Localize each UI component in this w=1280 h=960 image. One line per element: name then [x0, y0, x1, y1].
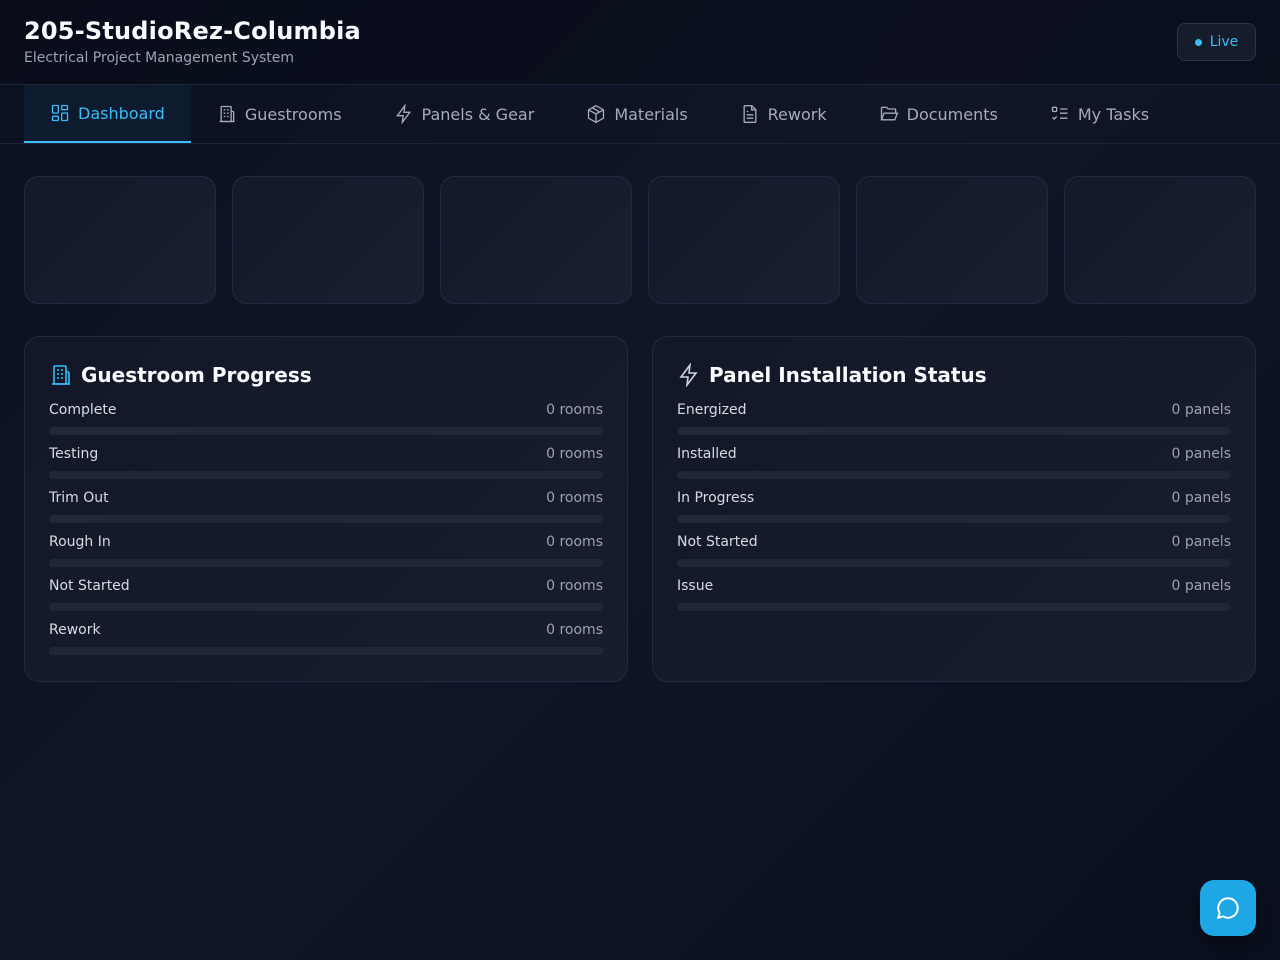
- tab-label: Documents: [906, 104, 998, 124]
- building-icon: [52, 365, 70, 385]
- progress-row: Issue 0 panels: [677, 575, 1231, 619]
- progress-row: Energized 0 panels: [677, 399, 1231, 443]
- row-value: 0 panels: [1171, 578, 1232, 594]
- row-label: Issue: [677, 578, 714, 594]
- stat-card: [1064, 176, 1256, 304]
- live-status-badge[interactable]: Live: [1177, 23, 1256, 61]
- row-value: 0 rooms: [546, 402, 603, 418]
- row-label: Not Started: [49, 578, 130, 594]
- row-value: 0 rooms: [546, 490, 603, 506]
- progress-bar: [677, 471, 1231, 479]
- stats-row: [24, 176, 1256, 304]
- row-label: Energized: [677, 402, 747, 418]
- row-value: 0 rooms: [546, 622, 603, 638]
- tab-label: Panels & Gear: [421, 104, 535, 124]
- lightning-icon: [395, 104, 411, 124]
- building-icon: [219, 105, 235, 123]
- row-value: 0 rooms: [546, 446, 603, 462]
- panel-title: Guestroom Progress: [81, 363, 312, 387]
- row-label: Testing: [49, 446, 99, 462]
- tab-label: Dashboard: [78, 103, 165, 123]
- progress-row: In Progress 0 panels: [677, 487, 1231, 531]
- stat-card: [648, 176, 840, 304]
- progress-bar: [49, 471, 603, 479]
- progress-bar: [677, 559, 1231, 567]
- progress-bar: [49, 559, 603, 567]
- progress-bar: [677, 427, 1231, 435]
- app-subtitle: Electrical Project Management System: [24, 50, 295, 66]
- row-label: Not Started: [677, 534, 758, 550]
- chat-icon: [1216, 897, 1239, 920]
- row-value: 0 panels: [1171, 534, 1232, 550]
- progress-bar: [49, 647, 603, 655]
- progress-bar: [49, 427, 603, 435]
- row-label: In Progress: [677, 490, 755, 506]
- folder-icon: [880, 106, 898, 121]
- tab-label: Guestrooms: [244, 104, 342, 124]
- progress-bar: [49, 515, 603, 523]
- app-title: 205-StudioRez-Columbia: [24, 17, 361, 45]
- row-value: 0 panels: [1171, 402, 1232, 418]
- progress-bar: [677, 603, 1231, 611]
- panel-status-list: Energized 0 panels Installed 0 panels In Pro…: [677, 399, 1231, 619]
- tab-label: My Tasks: [1077, 104, 1150, 124]
- tab-rework[interactable]: Rework: [714, 85, 853, 143]
- row-label: Rework: [49, 622, 101, 638]
- progress-row: Rough In 0 rooms: [49, 531, 603, 575]
- main-nav: Dashboard Guestrooms Panels & Gear Mater…: [0, 85, 1280, 144]
- tab-documents[interactable]: Documents: [853, 85, 1024, 143]
- chat-button[interactable]: [1200, 880, 1256, 936]
- stat-card: [24, 176, 216, 304]
- row-label: Trim Out: [49, 490, 109, 506]
- document-icon: [743, 105, 757, 123]
- row-value: 0 panels: [1171, 446, 1232, 462]
- tab-my-tasks[interactable]: My Tasks: [1024, 85, 1175, 143]
- row-value: 0 rooms: [546, 534, 603, 550]
- progress-bar: [49, 603, 603, 611]
- progress-row: Installed 0 panels: [677, 443, 1231, 487]
- progress-row: Testing 0 rooms: [49, 443, 603, 487]
- row-label: Complete: [49, 402, 117, 418]
- live-label: Live: [1209, 34, 1239, 50]
- task-list-icon: [1051, 106, 1068, 120]
- box-icon: [588, 104, 605, 124]
- stat-card: [440, 176, 632, 304]
- row-label: Installed: [677, 446, 737, 462]
- panel-title: Panel Installation Status: [709, 363, 987, 387]
- tab-label: Rework: [767, 104, 827, 124]
- row-label: Rough In: [49, 534, 111, 550]
- row-value: 0 rooms: [546, 578, 603, 594]
- lightning-icon: [679, 363, 698, 387]
- progress-bar: [677, 515, 1231, 523]
- progress-row: Complete 0 rooms: [49, 399, 603, 443]
- guestroom-progress-panel: Guestroom Progress Complete 0 rooms Testin…: [24, 336, 628, 682]
- tab-panels-gear[interactable]: Panels & Gear: [368, 85, 561, 143]
- stat-card: [232, 176, 424, 304]
- tab-label: Materials: [614, 104, 688, 124]
- stat-card: [856, 176, 1048, 304]
- tab-dashboard[interactable]: Dashboard: [24, 85, 191, 143]
- app-header: 205-StudioRez-Columbia Electrical Projec…: [0, 0, 1280, 85]
- progress-row: Not Started 0 panels: [677, 531, 1231, 575]
- progress-row: Not Started 0 rooms: [49, 575, 603, 619]
- tab-guestrooms[interactable]: Guestrooms: [191, 85, 368, 143]
- panel-installation-panel: Panel Installation Status Energized 0 pan…: [652, 336, 1256, 682]
- tab-materials[interactable]: Materials: [560, 85, 713, 143]
- dashboard-icon: [51, 104, 69, 122]
- guestroom-progress-list: Complete 0 rooms Testing 0 rooms Trim Out 0 r…: [49, 399, 603, 663]
- progress-row: Trim Out 0 rooms: [49, 487, 603, 531]
- row-value: 0 panels: [1171, 490, 1232, 506]
- live-dot-icon: [1194, 38, 1202, 46]
- progress-row: Rework 0 rooms: [49, 619, 603, 663]
